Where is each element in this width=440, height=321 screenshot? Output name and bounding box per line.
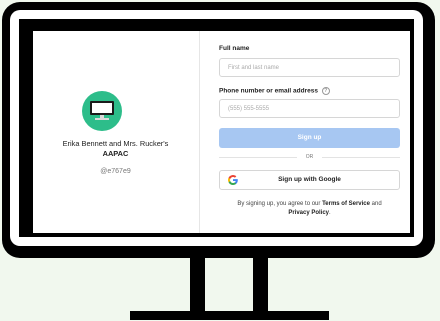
signup-button[interactable]: Sign up [219, 128, 400, 148]
contact-input[interactable]: (555) 555-5555 [219, 99, 400, 118]
profile-name: Erika Bennett and Mrs. Rucker's AAPAC [33, 139, 198, 159]
or-text: OR [305, 154, 314, 160]
profile-name-line1: Erika Bennett and Mrs. Rucker's [62, 139, 169, 148]
panel-divider [199, 31, 200, 233]
or-divider: OR [219, 152, 400, 162]
profile-name-line2: AAPAC [102, 149, 129, 158]
profile-handle: @e767e9 [100, 168, 131, 175]
contact-label: Phone number or email address ? [219, 87, 330, 95]
privacy-policy-link[interactable]: Privacy Policy [288, 210, 329, 216]
avatar [82, 91, 122, 131]
signup-screen: Erika Bennett and Mrs. Rucker's AAPAC @e… [33, 31, 410, 233]
google-signup-label: Sign up with Google [278, 176, 341, 183]
signup-form: Full name First and last name Phone numb… [219, 31, 402, 233]
monitor-base [130, 311, 329, 320]
full-name-label: Full name [219, 45, 250, 52]
profile-panel: Erika Bennett and Mrs. Rucker's AAPAC @e… [33, 31, 198, 233]
terms-suffix: . [329, 210, 331, 216]
terms-text: By signing up, you agree to our Terms of… [219, 200, 400, 218]
help-icon[interactable]: ? [321, 87, 330, 95]
google-icon [228, 175, 238, 185]
google-signup-button[interactable]: Sign up with Google [219, 170, 400, 190]
full-name-input[interactable]: First and last name [219, 58, 400, 77]
monitor-stand-left [190, 258, 205, 312]
terms-prefix: By signing up, you agree to our [237, 201, 323, 207]
contact-label-text: Phone number or email address [219, 87, 318, 95]
computer-icon [90, 101, 114, 120]
terms-of-service-link[interactable]: Terms of Service [322, 201, 370, 207]
terms-mid: and [369, 201, 382, 207]
monitor-stand-right [253, 258, 268, 312]
